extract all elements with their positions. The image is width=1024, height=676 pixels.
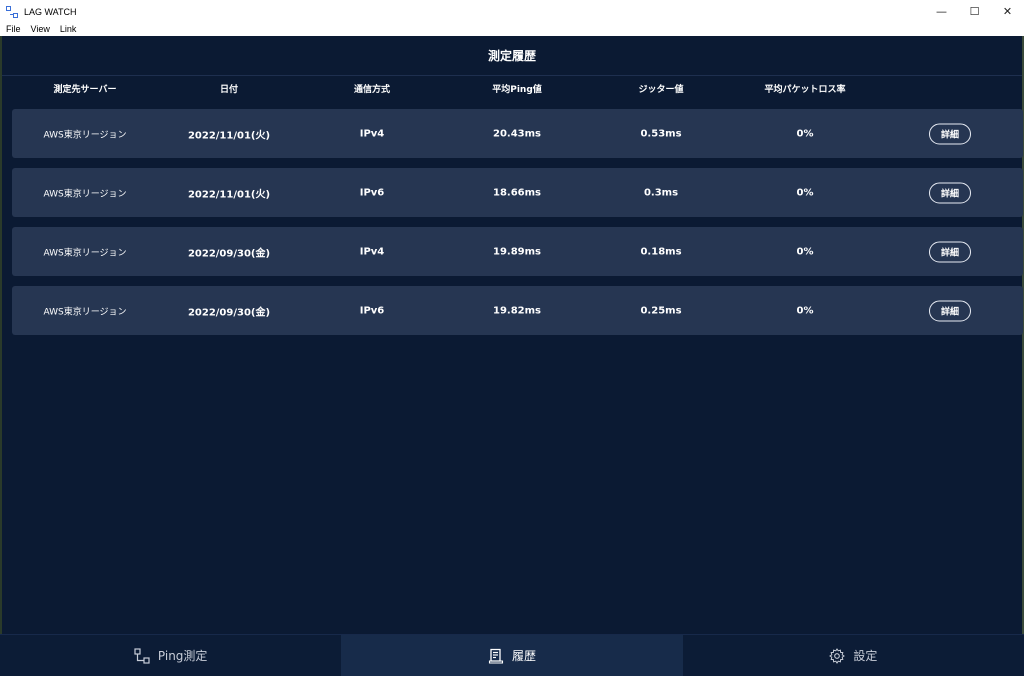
cell-protocol: IPv4 <box>359 128 385 139</box>
cell-loss: 0% <box>796 187 814 198</box>
table-row: AWS東京リージョン 2022/09/30(金) IPv6 19.82ms 0.… <box>12 286 1023 335</box>
cell-loss: 0% <box>796 305 814 316</box>
close-button[interactable]: ✕ <box>991 0 1024 23</box>
minimize-button[interactable]: — <box>925 0 958 23</box>
nav-tab-ping[interactable]: Ping測定 <box>0 635 341 676</box>
cell-date: 2022/09/30(金) <box>187 307 271 318</box>
cell-server: AWS東京リージョン <box>43 130 127 140</box>
column-header-server: 測定先サーバー <box>53 85 117 95</box>
detail-button[interactable]: 詳細 <box>929 182 971 203</box>
page-title: 測定履歴 <box>487 49 536 63</box>
cell-ping: 20.43ms <box>492 128 542 139</box>
bottom-navigation: Ping測定 履歴 設定 <box>0 634 1024 676</box>
cell-jitter: 0.25ms <box>640 305 682 316</box>
main-content: 測定履歴 測定先サーバー 日付 通信方式 平均Ping値 ジッター値 平均パケッ… <box>2 36 1023 634</box>
connection-icon <box>134 647 150 664</box>
column-header-jitter: ジッター値 <box>638 85 684 95</box>
column-header-ping: 平均Ping値 <box>492 85 542 95</box>
table-row: AWS東京リージョン 2022/11/01(火) IPv6 18.66ms 0.… <box>12 168 1023 217</box>
title-bar: LAG WATCH — ☐ ✕ <box>0 0 1024 23</box>
column-header-date: 日付 <box>219 85 239 95</box>
cell-date: 2022/11/01(火) <box>187 189 271 200</box>
cell-protocol: IPv6 <box>359 187 385 198</box>
window-title: LAG WATCH <box>24 6 77 17</box>
gear-icon <box>829 647 846 664</box>
nav-label-settings: 設定 <box>853 649 878 663</box>
menu-link[interactable]: Link <box>55 23 82 36</box>
nav-tab-settings[interactable]: 設定 <box>683 635 1024 676</box>
cell-jitter: 0.53ms <box>640 128 682 139</box>
nav-label-history: 履歴 <box>511 649 536 663</box>
menu-file[interactable]: File <box>0 23 26 36</box>
cell-date: 2022/09/30(金) <box>187 248 271 259</box>
cell-loss: 0% <box>796 246 814 257</box>
table-row: AWS東京リージョン 2022/09/30(金) IPv4 19.89ms 0.… <box>12 227 1023 276</box>
page-header: 測定履歴 <box>2 36 1022 76</box>
cell-jitter: 0.3ms <box>643 187 679 198</box>
nav-tab-history[interactable]: 履歴 <box>341 635 683 676</box>
menu-bar: File View Link <box>0 23 1024 36</box>
cell-date: 2022/11/01(火) <box>187 130 271 141</box>
menu-view[interactable]: View <box>26 23 55 36</box>
window-controls: — ☐ ✕ <box>925 0 1024 23</box>
history-table: AWS東京リージョン 2022/11/01(火) IPv4 20.43ms 0.… <box>12 109 1023 345</box>
cell-ping: 19.89ms <box>492 246 542 257</box>
app-logo-icon <box>6 5 18 18</box>
nav-label-ping: Ping測定 <box>157 649 208 663</box>
maximize-button[interactable]: ☐ <box>958 0 991 23</box>
cell-ping: 18.66ms <box>492 187 542 198</box>
column-header-protocol: 通信方式 <box>353 85 391 95</box>
cell-server: AWS東京リージョン <box>43 189 127 199</box>
cell-loss: 0% <box>796 128 814 139</box>
cell-server: AWS東京リージョン <box>43 307 127 317</box>
cell-jitter: 0.18ms <box>640 246 682 257</box>
cell-server: AWS東京リージョン <box>43 248 127 258</box>
detail-button[interactable]: 詳細 <box>929 123 971 144</box>
cell-protocol: IPv4 <box>359 246 385 257</box>
detail-button[interactable]: 詳細 <box>929 300 971 321</box>
column-header-loss: 平均パケットロス率 <box>764 85 846 95</box>
table-row: AWS東京リージョン 2022/11/01(火) IPv4 20.43ms 0.… <box>12 109 1023 158</box>
history-icon <box>488 648 504 664</box>
cell-ping: 19.82ms <box>492 305 542 316</box>
cell-protocol: IPv6 <box>359 305 385 316</box>
table-header: 測定先サーバー 日付 通信方式 平均Ping値 ジッター値 平均パケットロス率 <box>2 82 1022 104</box>
detail-button[interactable]: 詳細 <box>929 241 971 262</box>
